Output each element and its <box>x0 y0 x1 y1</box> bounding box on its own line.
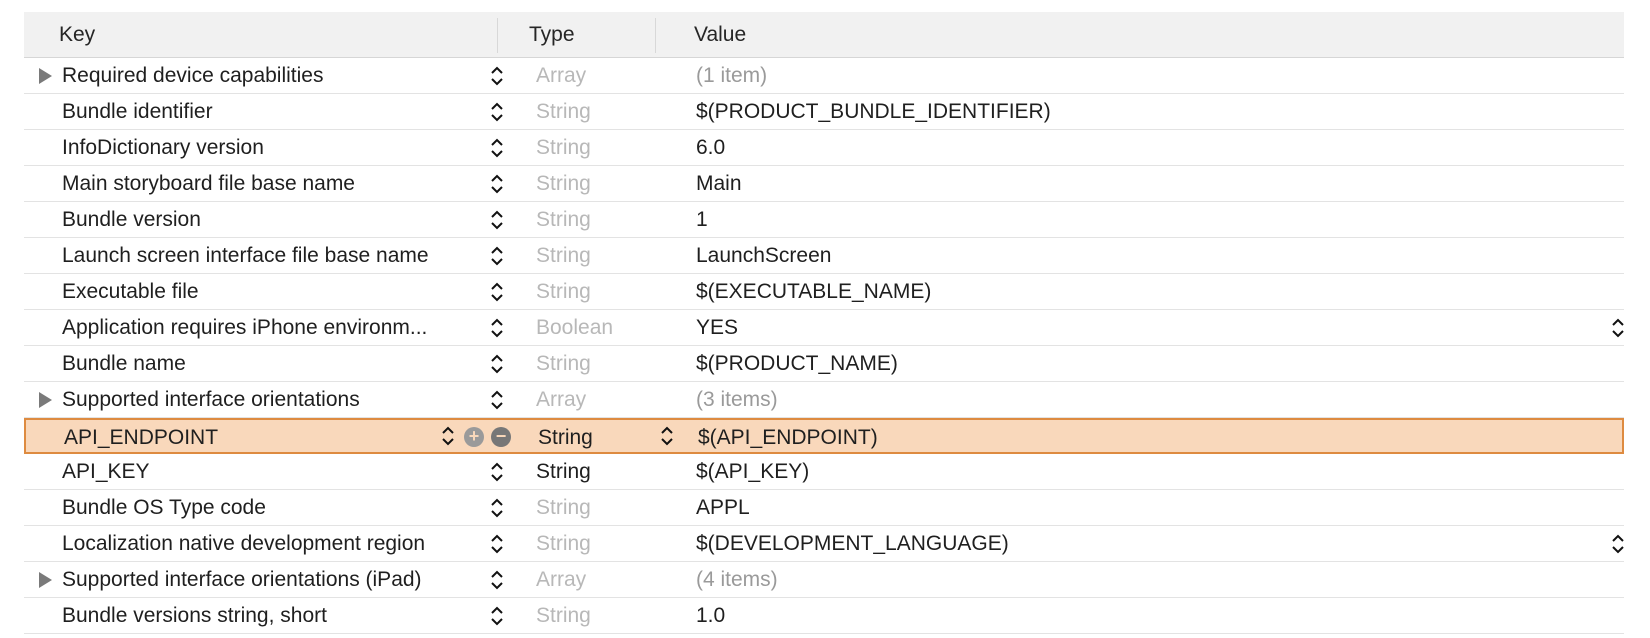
property-value[interactable]: LaunchScreen <box>696 238 1556 274</box>
property-key[interactable]: Main storyboard file base name <box>62 166 502 202</box>
property-value[interactable]: $(API_ENDPOINT) <box>698 420 1558 456</box>
chevron-up-down-icon[interactable] <box>488 64 506 88</box>
property-type[interactable]: Array <box>536 382 676 418</box>
add-row-symbol: + <box>468 426 480 446</box>
property-key[interactable]: API_ENDPOINT <box>64 420 504 456</box>
property-value[interactable]: 1.0 <box>696 598 1556 634</box>
property-key[interactable]: Bundle version <box>62 202 502 238</box>
table-row-executable-file[interactable]: Executable file String $(EXECUTABLE_NAME… <box>24 274 1624 310</box>
property-value[interactable]: $(API_KEY) <box>696 454 1556 490</box>
property-key[interactable]: Executable file <box>62 274 502 310</box>
disclosure-triangle-icon[interactable] <box>39 572 52 588</box>
property-key[interactable]: Application requires iPhone environm... <box>62 310 502 346</box>
property-key[interactable]: API_KEY <box>62 454 502 490</box>
table-row-required-device-capabilities[interactable]: Required device capabilities Array (1 it… <box>24 58 1624 94</box>
table-row-main-storyboard[interactable]: Main storyboard file base name String Ma… <box>24 166 1624 202</box>
property-type[interactable]: String <box>538 420 678 456</box>
table-row-iphone-environment[interactable]: Application requires iPhone environm... … <box>24 310 1624 346</box>
property-type[interactable]: String <box>536 490 676 526</box>
property-value[interactable]: 1 <box>696 202 1556 238</box>
table-row-bundle-versions-short[interactable]: Bundle versions string, short String 1.0 <box>24 598 1624 634</box>
chevron-up-down-icon[interactable] <box>488 172 506 196</box>
property-value[interactable]: (4 items) <box>696 562 1556 598</box>
key-type-column-divider[interactable] <box>497 18 498 53</box>
value-chevron-up-down-icon[interactable] <box>1609 316 1627 340</box>
property-value[interactable]: $(DEVELOPMENT_LANGUAGE) <box>696 526 1556 562</box>
type-column-header[interactable]: Type <box>529 12 575 57</box>
chevron-up-down-icon[interactable] <box>488 604 506 628</box>
disclosure-triangle-icon[interactable] <box>39 392 52 408</box>
property-value[interactable]: (1 item) <box>696 58 1556 94</box>
property-type[interactable]: String <box>536 94 676 130</box>
property-value[interactable]: $(EXECUTABLE_NAME) <box>696 274 1556 310</box>
property-key[interactable]: Bundle OS Type code <box>62 490 502 526</box>
table-row-bundle-version[interactable]: Bundle version String 1 <box>24 202 1624 238</box>
chevron-up-down-icon[interactable] <box>488 208 506 232</box>
property-type[interactable]: Array <box>536 58 676 94</box>
property-value[interactable]: Main <box>696 166 1556 202</box>
property-type[interactable]: String <box>536 454 676 490</box>
property-type[interactable]: Boolean <box>536 310 676 346</box>
property-value[interactable]: 6.0 <box>696 130 1556 166</box>
table-row-supported-orientations-ipad[interactable]: Supported interface orientations (iPad) … <box>24 562 1624 598</box>
property-type[interactable]: String <box>536 202 676 238</box>
table-row-infodictionary-version[interactable]: InfoDictionary version String 6.0 <box>24 130 1624 166</box>
property-value[interactable]: (3 items) <box>696 382 1556 418</box>
chevron-up-down-icon[interactable] <box>488 136 506 160</box>
value-chevron-up-down-icon[interactable] <box>1609 532 1627 556</box>
property-key[interactable]: Bundle versions string, short <box>62 598 502 634</box>
chevron-up-down-icon[interactable] <box>488 460 506 484</box>
property-key[interactable]: Localization native development region <box>62 526 502 562</box>
chevron-up-down-icon[interactable] <box>488 100 506 124</box>
table-row-localization-region[interactable]: Localization native development region S… <box>24 526 1624 562</box>
table-row-bundle-identifier[interactable]: Bundle identifier String $(PRODUCT_BUNDL… <box>24 94 1624 130</box>
chevron-up-down-icon[interactable] <box>488 388 506 412</box>
chevron-up-down-icon[interactable] <box>488 568 506 592</box>
property-type[interactable]: String <box>536 598 676 634</box>
type-chevron-up-down-icon[interactable] <box>658 424 676 448</box>
property-type[interactable]: String <box>536 526 676 562</box>
property-rows: Required device capabilities Array (1 it… <box>24 58 1624 634</box>
property-key[interactable]: Launch screen interface file base name <box>62 238 502 274</box>
chevron-up-down-icon[interactable] <box>488 316 506 340</box>
chevron-up-down-icon[interactable] <box>488 280 506 304</box>
property-type[interactable]: Array <box>536 562 676 598</box>
property-key[interactable]: Bundle name <box>62 346 502 382</box>
property-key[interactable]: Supported interface orientations <box>62 382 502 418</box>
property-type[interactable]: String <box>536 274 676 310</box>
table-row-api-key[interactable]: API_KEY String $(API_KEY) <box>24 454 1624 490</box>
table-row-api-endpoint[interactable]: API_ENDPOINT + − String $(API_ENDPOINT) <box>24 418 1624 454</box>
key-column-header[interactable]: Key <box>59 12 95 57</box>
column-header-row: Key Type Value <box>24 12 1624 58</box>
remove-row-symbol: − <box>495 426 507 446</box>
chevron-up-down-icon[interactable] <box>488 496 506 520</box>
property-type[interactable]: String <box>536 238 676 274</box>
disclosure-triangle-icon[interactable] <box>39 68 52 84</box>
property-key[interactable]: InfoDictionary version <box>62 130 502 166</box>
property-type[interactable]: String <box>536 346 676 382</box>
property-key[interactable]: Supported interface orientations (iPad) <box>62 562 502 598</box>
chevron-up-down-icon[interactable] <box>488 352 506 376</box>
property-type[interactable]: String <box>536 166 676 202</box>
property-value[interactable]: $(PRODUCT_BUNDLE_IDENTIFIER) <box>696 94 1556 130</box>
property-list-editor: Key Type Value Required device capabilit… <box>24 12 1624 638</box>
table-row-supported-orientations[interactable]: Supported interface orientations Array (… <box>24 382 1624 418</box>
add-row-plus-icon[interactable]: + <box>464 426 484 447</box>
value-column-header[interactable]: Value <box>694 12 746 57</box>
property-key[interactable]: Required device capabilities <box>62 58 502 94</box>
property-value[interactable]: APPL <box>696 490 1556 526</box>
property-value[interactable]: $(PRODUCT_NAME) <box>696 346 1556 382</box>
property-value[interactable]: YES <box>696 310 1556 346</box>
chevron-up-down-icon[interactable] <box>439 424 457 448</box>
chevron-up-down-icon[interactable] <box>488 244 506 268</box>
property-type[interactable]: String <box>536 130 676 166</box>
type-value-column-divider[interactable] <box>655 18 656 53</box>
table-row-bundle-name[interactable]: Bundle name String $(PRODUCT_NAME) <box>24 346 1624 382</box>
property-key[interactable]: Bundle identifier <box>62 94 502 130</box>
table-row-launch-screen[interactable]: Launch screen interface file base name S… <box>24 238 1624 274</box>
chevron-up-down-icon[interactable] <box>488 532 506 556</box>
remove-row-minus-icon[interactable]: − <box>491 426 511 447</box>
table-row-bundle-os-type[interactable]: Bundle OS Type code String APPL <box>24 490 1624 526</box>
